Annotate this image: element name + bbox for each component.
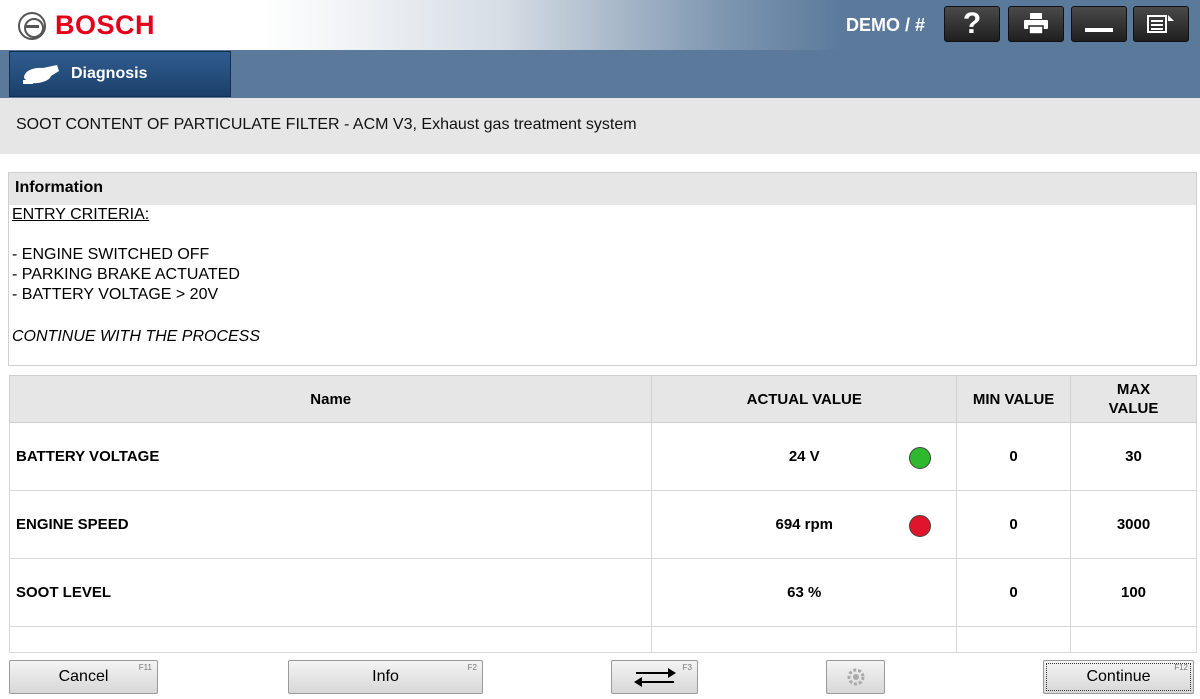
settings-button[interactable] [826,660,885,694]
column-name: Name [8,375,653,423]
swap-shortcut: F3 [682,663,692,672]
information-panel: Information ENTRY CRITERIA: - ENGINE SWI… [8,172,1197,366]
bosch-armature-icon [18,11,46,40]
criterion-item: - ENGINE SWITCHED OFF [12,246,210,263]
instruction-text: CONTINUE WITH THE PROCESS [12,328,261,345]
row-min: 0 [956,490,1072,559]
entry-criteria-title: ENTRY CRITERIA: [12,206,150,223]
row-actual-cell: 24 V [651,422,958,491]
title-band: SOOT CONTENT OF PARTICULATE FILTER - ACM… [0,98,1200,154]
minimize-icon [1085,28,1113,32]
brand-name: BOSCH [55,10,156,40]
help-button[interactable]: ? [944,6,1000,42]
continue-shortcut: F12 [1174,663,1188,672]
cancel-button[interactable]: Cancel F11 [9,660,158,694]
criterion-item: - PARKING BRAKE ACTUATED [12,266,240,283]
cancel-shortcut: F11 [138,663,152,672]
top-bar: BOSCH DEMO / # ? [0,0,1200,50]
row-min: 0 [956,422,1072,491]
info-shortcut: F2 [467,663,477,672]
user-label: DEMO / # [846,15,926,35]
tab-diagnosis[interactable]: Diagnosis [9,51,231,97]
tab-bar: Diagnosis [0,50,1200,98]
diagnosis-plug-icon [23,65,59,84]
row-actual-value: 24 V [788,448,820,465]
column-max-value: MAX VALUE [1070,375,1197,423]
row-max: 3000 [1070,490,1197,559]
row-actual-cell: 694 rpm [651,490,958,559]
values-table: Name ACTUAL VALUE MIN VALUE MAX VALUE BA… [8,375,1197,653]
info-button[interactable]: Info F2 [288,660,483,694]
info-label: Info [372,668,399,685]
row-max: 100 [1070,558,1197,627]
menu-button[interactable] [1133,6,1189,42]
swap-button[interactable]: F3 [611,660,698,694]
row-name: SOOT LEVEL [8,558,653,627]
bosch-logo: BOSCH [18,10,155,41]
print-icon [1024,13,1048,35]
continue-button[interactable]: Continue F12 [1043,660,1194,694]
table-row: ENGINE SPEED 694 rpm 0 3000 [8,490,1197,559]
information-heading: Information [9,173,1196,205]
row-name: ENGINE SPEED [8,490,653,559]
status-fault-indicator [909,515,932,537]
status-ok-indicator [909,447,932,469]
continue-label: Continue [1086,668,1151,685]
table-row: BATTERY VOLTAGE 24 V 0 30 [8,422,1197,491]
row-max: 30 [1070,422,1197,491]
criterion-item: - BATTERY VOLTAGE > 20V [12,286,219,303]
row-actual-cell: 63 % [651,558,958,627]
swap-arrows-icon [633,668,676,687]
menu-icon [1147,15,1174,33]
print-button[interactable] [1008,6,1064,42]
row-min: 0 [956,558,1072,627]
table-row: SOOT LEVEL 63 % 0 100 [8,558,1197,627]
row-actual-value: 63 % [787,584,822,601]
row-name: BATTERY VOLTAGE [8,422,653,491]
row-actual-value: 694 rpm [775,516,834,533]
tab-diagnosis-label: Diagnosis [71,65,148,82]
column-actual-value: ACTUAL VALUE [651,375,958,423]
information-body: ENTRY CRITERIA: - ENGINE SWITCHED OFF - … [9,205,1196,347]
table-row-empty [8,626,1197,653]
minimize-button[interactable] [1071,6,1127,42]
column-max-line2: VALUE [1108,400,1159,417]
gear-icon [847,668,864,686]
column-min-value: MIN VALUE [956,375,1072,423]
cancel-label: Cancel [58,668,109,685]
help-icon: ? [962,7,982,40]
page-title: SOOT CONTENT OF PARTICULATE FILTER - ACM… [16,116,637,133]
column-max-line1: MAX [1116,381,1151,398]
table-header-row: Name ACTUAL VALUE MIN VALUE MAX VALUE [8,375,1197,423]
